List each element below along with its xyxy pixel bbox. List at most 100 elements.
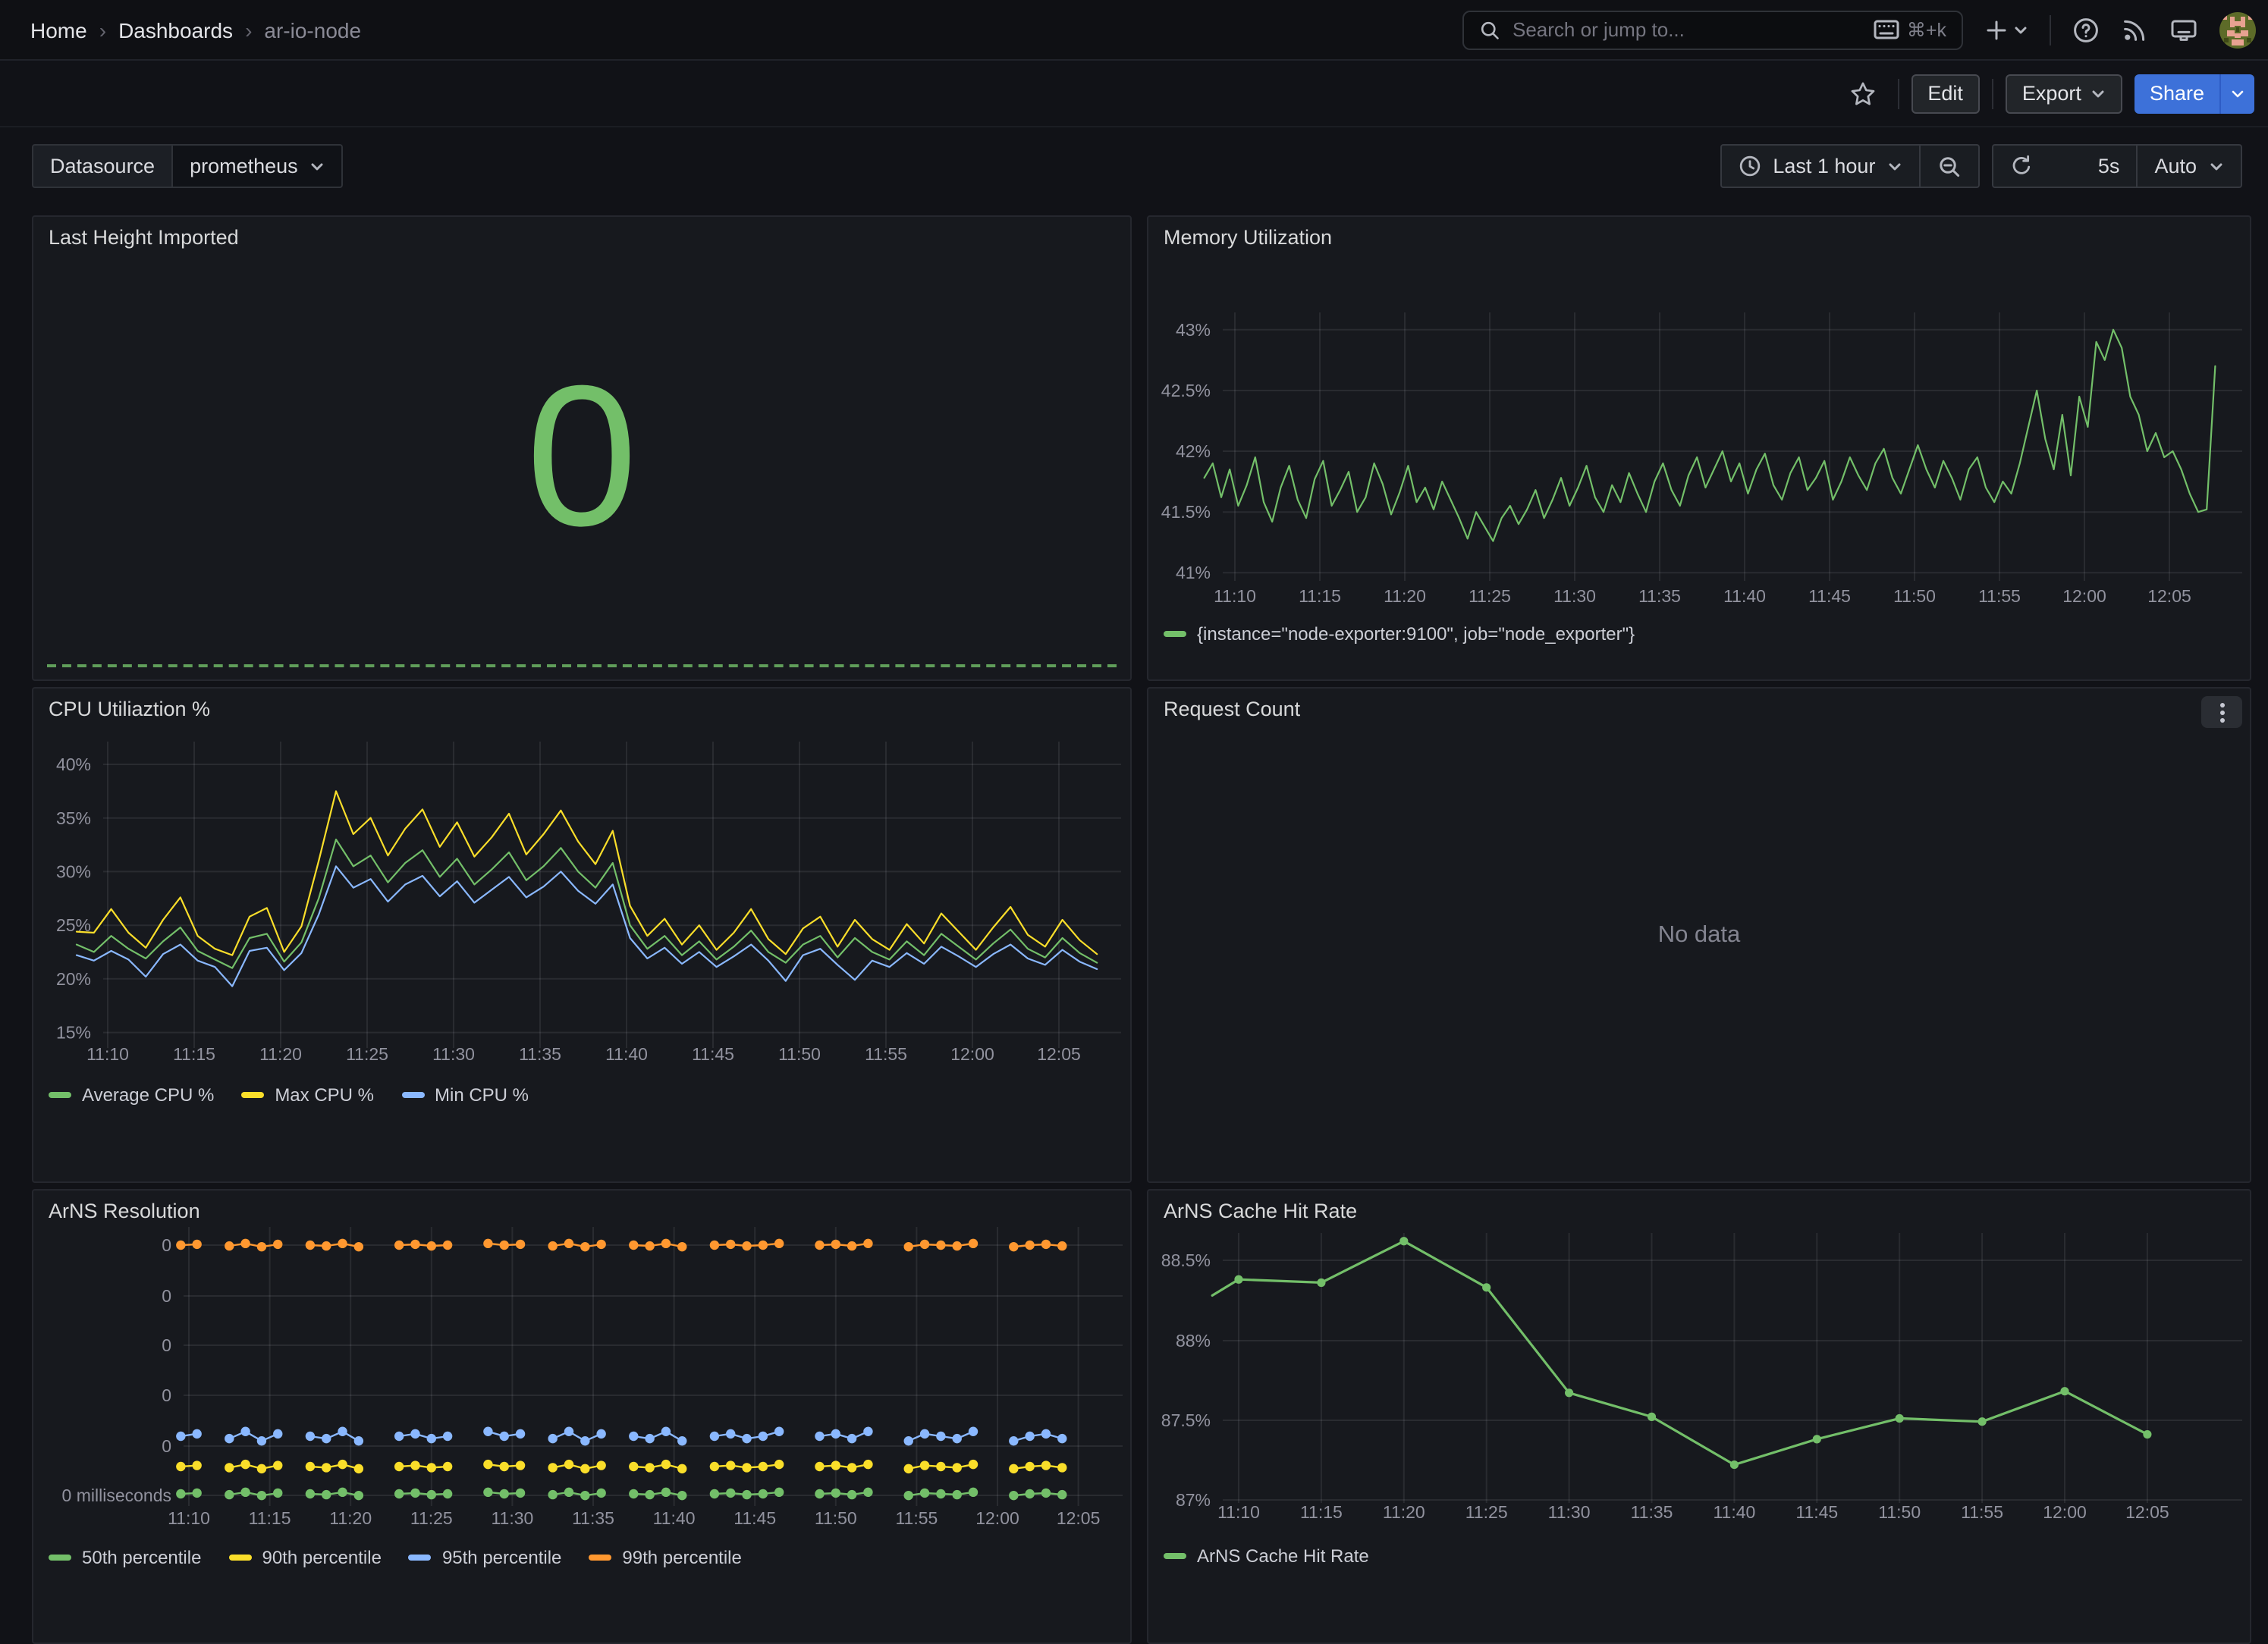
data-point: [847, 1434, 856, 1443]
panel-last-height-imported: Last Height Imported 0: [32, 215, 1132, 681]
axis-label: 0: [162, 1436, 171, 1456]
data-point: [192, 1460, 201, 1470]
data-point: [847, 1241, 856, 1250]
data-point: [726, 1489, 735, 1498]
memory-chart[interactable]: 11:1011:1511:2011:2511:3011:3511:4011:45…: [1148, 217, 2250, 679]
legend-item[interactable]: Min CPU %: [401, 1084, 529, 1106]
data-point: [1896, 1414, 1904, 1423]
data-point: [863, 1239, 872, 1248]
star-icon: [1849, 80, 1876, 107]
data-point: [920, 1240, 929, 1249]
data-point: [1041, 1460, 1051, 1470]
share-menu-button[interactable]: [2219, 74, 2254, 113]
cpu-chart[interactable]: 11:1011:1511:2011:2511:3011:3511:4011:45…: [33, 689, 1130, 1181]
data-point: [726, 1429, 735, 1438]
time-range-picker[interactable]: Last 1 hour: [1721, 146, 1919, 187]
data-point: [920, 1429, 929, 1438]
data-point: [1057, 1490, 1066, 1499]
legend-item[interactable]: 50th percentile: [49, 1547, 201, 1568]
data-point: [427, 1490, 436, 1499]
data-point: [410, 1429, 419, 1438]
series-line: [399, 1244, 448, 1246]
data-point: [257, 1436, 266, 1445]
data-point: [726, 1460, 735, 1470]
star-button[interactable]: [1839, 74, 1885, 113]
time-controls: Last 1 hour: [1720, 144, 2242, 188]
axis-label: 11:35: [572, 1508, 614, 1528]
series-line: [633, 1244, 682, 1247]
export-button[interactable]: Export: [2006, 74, 2122, 113]
legend-item[interactable]: Average CPU %: [49, 1084, 214, 1106]
axis-label: 11:40: [1723, 586, 1766, 606]
panel-arns-resolution: ArNS Resolution 11:1011:1511:2011:2511:3…: [32, 1189, 1132, 1644]
axis-label: 11:50: [1893, 586, 1936, 606]
data-point: [629, 1241, 638, 1250]
axis-label: 11:45: [692, 1044, 734, 1064]
data-point: [1025, 1462, 1034, 1471]
data-point: [1978, 1417, 1987, 1426]
data-point: [225, 1241, 234, 1250]
search-input[interactable]: Search or jump to... ⌘+k: [1462, 10, 1963, 49]
data-point: [548, 1490, 558, 1499]
data-point: [240, 1239, 250, 1248]
news-button[interactable]: [2121, 16, 2148, 43]
legend-item[interactable]: 95th percentile: [409, 1547, 561, 1568]
axis-label: 87%: [1176, 1490, 1211, 1510]
legend-item[interactable]: {instance="node-exporter:9100", job="nod…: [1164, 623, 1635, 645]
help-button[interactable]: [2072, 16, 2100, 43]
series-line: [553, 1432, 602, 1441]
arns-cache-chart[interactable]: 11:1011:1511:2011:2511:3011:3511:4011:45…: [1148, 1191, 2250, 1642]
breadcrumb-dashboards[interactable]: Dashboards: [118, 17, 233, 42]
series-line: [399, 1466, 448, 1468]
screen-button[interactable]: [2169, 16, 2198, 43]
legend-label: Max CPU %: [275, 1084, 374, 1106]
data-point: [192, 1240, 201, 1249]
data-point: [176, 1241, 185, 1250]
data-point: [273, 1460, 282, 1470]
data-point: [742, 1463, 751, 1472]
data-point: [483, 1427, 492, 1436]
axis-label: 12:05: [2125, 1502, 2169, 1522]
legend-item[interactable]: ArNS Cache Hit Rate: [1164, 1545, 1369, 1567]
breadcrumb-home[interactable]: Home: [30, 17, 87, 42]
data-point: [410, 1240, 419, 1249]
legend-item[interactable]: 99th percentile: [589, 1547, 741, 1568]
axis-label: 11:15: [249, 1508, 291, 1528]
legend-swatch: [589, 1555, 611, 1561]
dashboard-toolbar: Edit Export Share: [0, 61, 2268, 127]
legend-label: 50th percentile: [82, 1547, 201, 1568]
zoom-out-button[interactable]: [1919, 146, 1978, 187]
axis-label: 11:55: [1961, 1502, 2003, 1522]
share-button[interactable]: Share: [2134, 74, 2219, 113]
edit-button[interactable]: Edit: [1911, 74, 1980, 113]
refresh-mode-select[interactable]: Auto: [2136, 146, 2241, 187]
panel-menu-button[interactable]: [2201, 696, 2242, 728]
series-line: [229, 1432, 278, 1441]
axis-label: 11:30: [1548, 1502, 1591, 1522]
chevron-down-icon: [310, 158, 325, 174]
axis-label: 42%: [1176, 441, 1211, 461]
avatar[interactable]: [2219, 11, 2256, 48]
arns-resolution-chart[interactable]: 11:1011:1511:2011:2511:3011:3511:4011:45…: [33, 1191, 1130, 1642]
axis-label: 11:15: [1299, 586, 1341, 606]
data-point: [1057, 1463, 1066, 1472]
data-point: [1009, 1436, 1018, 1445]
add-new-button[interactable]: [1984, 17, 2028, 42]
breadcrumb-current-dashboard: ar-io-node: [264, 17, 361, 42]
datasource-select[interactable]: prometheus: [173, 144, 344, 188]
data-point: [1399, 1237, 1408, 1245]
data-point: [936, 1432, 945, 1441]
data-point: [1009, 1491, 1018, 1500]
axis-label: 11:40: [1713, 1502, 1755, 1522]
cpu-legend: Average CPU % Max CPU % Min CPU %: [49, 1084, 529, 1106]
legend-item[interactable]: 90th percentile: [228, 1547, 381, 1568]
axis-label: 11:25: [410, 1508, 453, 1528]
legend-item[interactable]: Max CPU %: [241, 1084, 374, 1106]
axis-label: 11:45: [733, 1508, 776, 1528]
axis-label: 11:20: [1383, 1502, 1425, 1522]
axis-label: 88%: [1176, 1331, 1211, 1351]
keyboard-icon: [1874, 20, 1899, 39]
data-point: [306, 1489, 315, 1498]
refresh-button[interactable]: 5s: [1993, 146, 2136, 187]
data-point: [548, 1241, 558, 1250]
